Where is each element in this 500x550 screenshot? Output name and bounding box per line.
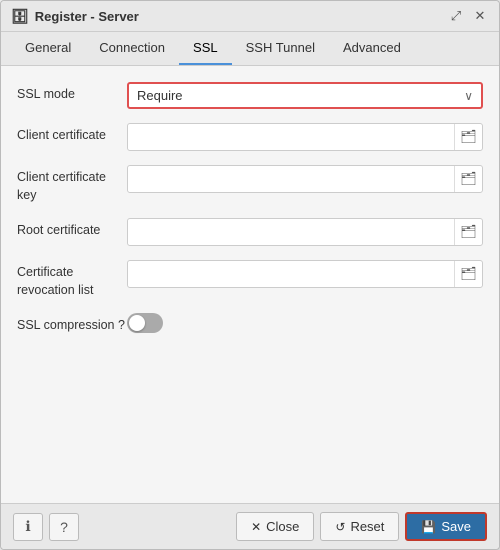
cert-revocation-field: 🗂 — [127, 260, 483, 288]
root-certificate-row: Root certificate 🗂 — [17, 218, 483, 246]
client-certificate-label: Client certificate — [17, 123, 127, 145]
help-button[interactable]: ? — [49, 513, 79, 541]
close-icon: ✕ — [251, 520, 261, 534]
reset-icon: ↺ — [335, 520, 345, 534]
ssl-compression-row: SSL compression ? — [17, 313, 483, 335]
tab-bar: General Connection SSL SSH Tunnel Advanc… — [1, 32, 499, 66]
footer: ℹ ? ✕ Close ↺ Reset 💾 Save — [1, 503, 499, 549]
ssl-mode-arrow-icon: ∨ — [464, 89, 473, 103]
root-certificate-label: Root certificate — [17, 218, 127, 240]
toggle-knob — [129, 315, 145, 331]
cert-revocation-browse-button[interactable]: 🗂 — [454, 261, 482, 287]
server-icon: 🗄 — [11, 8, 29, 25]
ssl-mode-row: SSL mode Require ∨ — [17, 82, 483, 109]
register-server-window: 🗄 Register - Server ⤢ ✕ General Connecti… — [0, 0, 500, 550]
cert-revocation-input-wrapper: 🗂 — [127, 260, 483, 288]
ssl-compression-label: SSL compression ? — [17, 313, 127, 335]
client-certificate-input[interactable] — [128, 126, 454, 149]
window-close-button[interactable]: ✕ — [471, 7, 489, 25]
save-icon: 💾 — [421, 520, 436, 534]
close-button[interactable]: ✕ Close — [236, 512, 314, 541]
title-bar-left: 🗄 Register - Server — [11, 8, 139, 25]
title-bar: 🗄 Register - Server ⤢ ✕ — [1, 1, 499, 32]
cert-revocation-label: Certificate revocation list — [17, 260, 127, 299]
client-certificate-key-row: Client certificate key 🗂 — [17, 165, 483, 204]
form-content: SSL mode Require ∨ Client certificate 🗂 … — [1, 66, 499, 503]
client-certificate-row: Client certificate 🗂 — [17, 123, 483, 151]
tab-ssh-tunnel[interactable]: SSH Tunnel — [232, 32, 329, 65]
tab-connection[interactable]: Connection — [85, 32, 179, 65]
footer-left: ℹ ? — [13, 513, 79, 541]
root-certificate-input-wrapper: 🗂 — [127, 218, 483, 246]
title-bar-right: ⤢ ✕ — [447, 7, 489, 25]
client-certificate-browse-button[interactable]: 🗂 — [454, 124, 482, 150]
client-certificate-key-input[interactable] — [128, 168, 454, 191]
client-certificate-key-label: Client certificate key — [17, 165, 127, 204]
client-certificate-key-browse-button[interactable]: 🗂 — [454, 166, 482, 192]
ssl-mode-select[interactable]: Require ∨ — [127, 82, 483, 109]
root-certificate-field: 🗂 — [127, 218, 483, 246]
save-button[interactable]: 💾 Save — [405, 512, 487, 541]
root-certificate-browse-button[interactable]: 🗂 — [454, 219, 482, 245]
ssl-mode-value: Require — [137, 88, 183, 103]
ssl-mode-field: Require ∨ — [127, 82, 483, 109]
ssl-compression-toggle[interactable] — [127, 313, 163, 333]
close-label: Close — [266, 519, 299, 534]
reset-button[interactable]: ↺ Reset — [320, 512, 399, 541]
client-certificate-field: 🗂 — [127, 123, 483, 151]
client-certificate-key-input-wrapper: 🗂 — [127, 165, 483, 193]
cert-revocation-row: Certificate revocation list 🗂 — [17, 260, 483, 299]
window-title: Register - Server — [35, 9, 139, 24]
client-certificate-input-wrapper: 🗂 — [127, 123, 483, 151]
tab-advanced[interactable]: Advanced — [329, 32, 415, 65]
cert-revocation-input[interactable] — [128, 263, 454, 286]
ssl-compression-field — [127, 313, 483, 333]
tab-general[interactable]: General — [11, 32, 85, 65]
ssl-compression-toggle-wrapper — [127, 313, 163, 333]
save-label: Save — [441, 519, 471, 534]
root-certificate-input[interactable] — [128, 221, 454, 244]
reset-label: Reset — [350, 519, 384, 534]
info-button[interactable]: ℹ — [13, 513, 43, 541]
client-certificate-key-field: 🗂 — [127, 165, 483, 193]
tab-ssl[interactable]: SSL — [179, 32, 232, 65]
expand-button[interactable]: ⤢ — [447, 7, 465, 25]
ssl-mode-label: SSL mode — [17, 82, 127, 104]
footer-right: ✕ Close ↺ Reset 💾 Save — [236, 512, 487, 541]
